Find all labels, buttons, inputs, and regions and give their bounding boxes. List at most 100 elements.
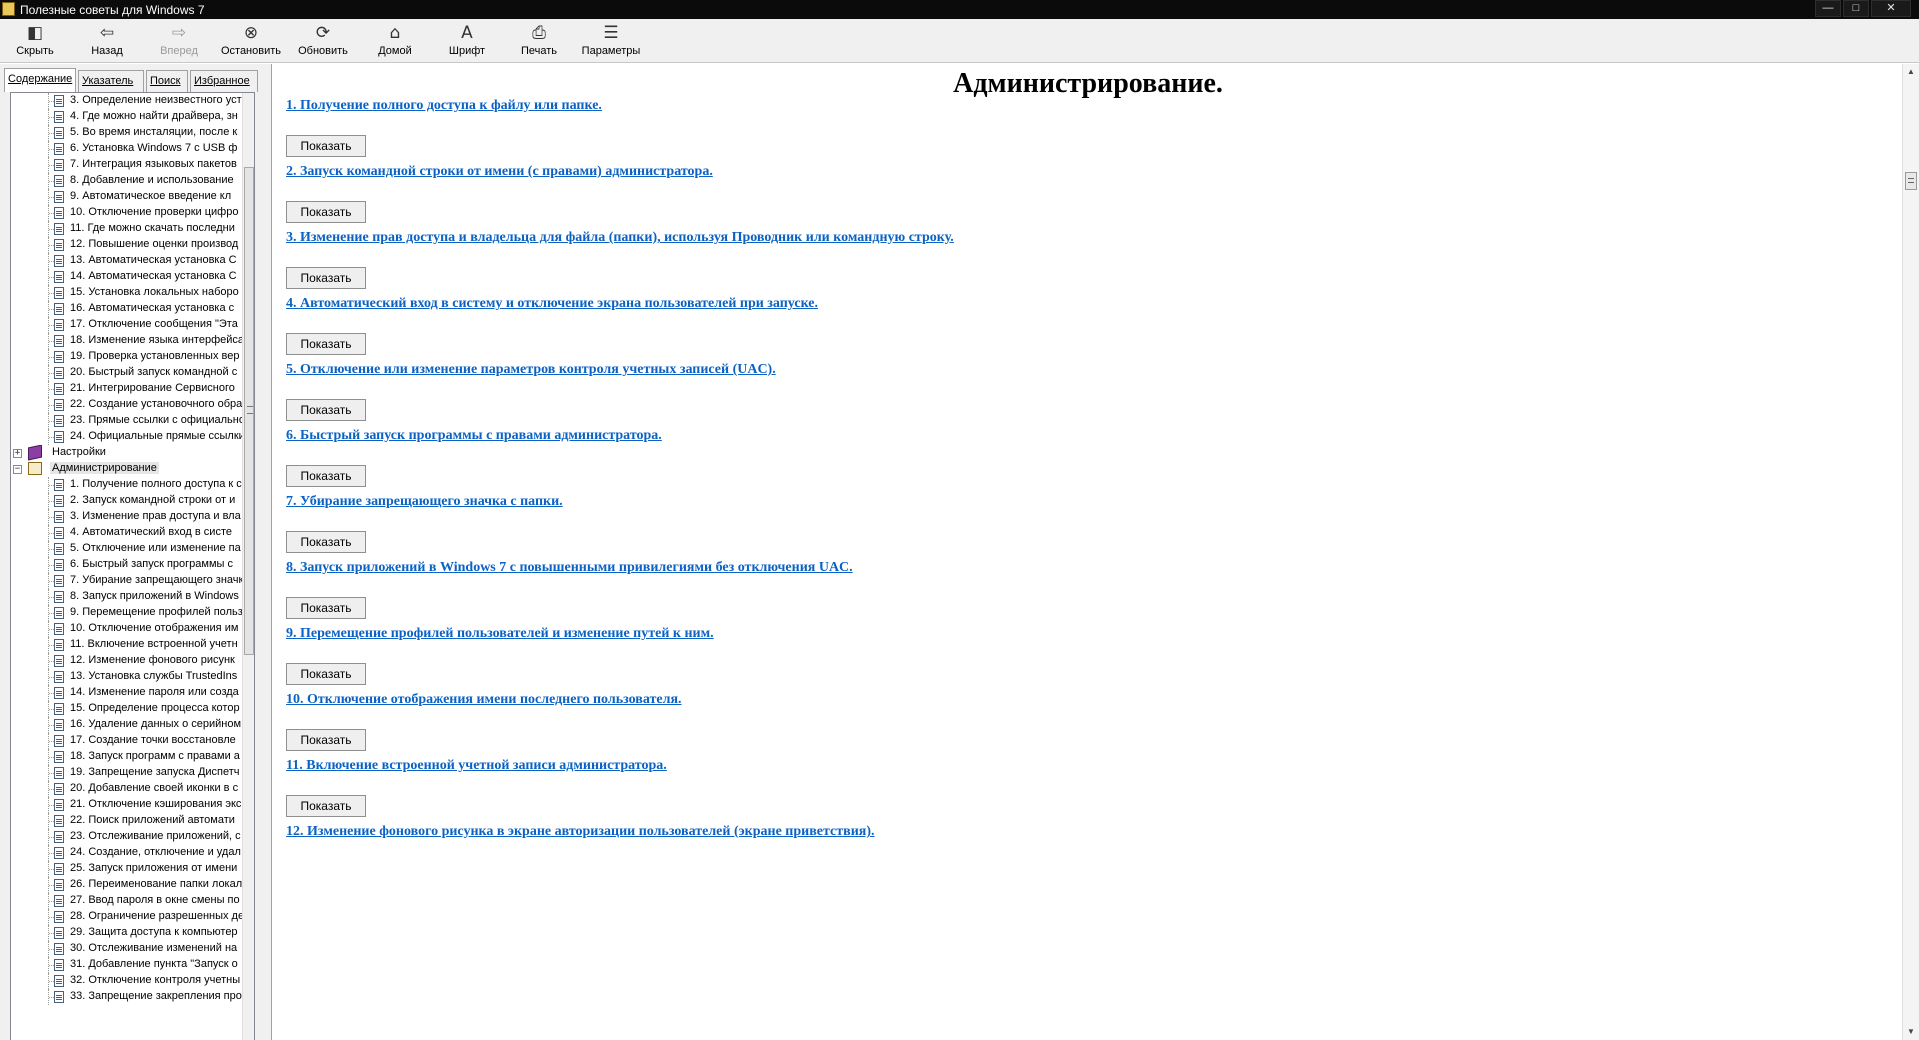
tree-item[interactable]: 14. Автоматическая установка С: [11, 269, 243, 285]
tree-item[interactable]: 14. Изменение пароля или созда: [11, 685, 243, 701]
back-button[interactable]: ⇦ Назад: [72, 21, 142, 61]
tree-item[interactable]: 5. Отключение или изменение па: [11, 541, 243, 557]
show-button[interactable]: Показать: [286, 267, 366, 289]
tab-index[interactable]: Указатель: [78, 70, 144, 92]
topic-link[interactable]: 7. Убирание запрещающего значка с папки.: [286, 494, 563, 510]
forward-button[interactable]: ⇨ Вперед: [144, 21, 214, 61]
tree-item[interactable]: 26. Переименование папки локал: [11, 877, 243, 893]
tab-favorites[interactable]: Избранное: [190, 70, 258, 92]
show-button[interactable]: Показать: [286, 399, 366, 421]
tree-item[interactable]: 8. Добавление и использование: [11, 173, 243, 189]
topic-link[interactable]: 9. Перемещение профилей пользователей и …: [286, 626, 714, 642]
tree-item[interactable]: 19. Проверка установленных вер: [11, 349, 243, 365]
minimize-button[interactable]: —: [1815, 0, 1841, 17]
tree-item[interactable]: 21. Отключение кэширования экс: [11, 797, 243, 813]
tree-item[interactable]: 21. Интегрирование Сервисного: [11, 381, 243, 397]
tree-item[interactable]: 12. Повышение оценки производ: [11, 237, 243, 253]
tree-item[interactable]: 9. Автоматическое введение кл: [11, 189, 243, 205]
options-button[interactable]: ☰ Параметры: [576, 21, 646, 61]
expand-icon[interactable]: +: [13, 449, 22, 458]
topic-link[interactable]: 6. Быстрый запуск программы с правами ад…: [286, 428, 662, 444]
topic-link[interactable]: 8. Запуск приложений в Windows 7 с повыш…: [286, 560, 853, 576]
tree-item[interactable]: 5. Во время инсталяции, после к: [11, 125, 243, 141]
topic-link[interactable]: 5. Отключение или изменение параметров к…: [286, 362, 776, 378]
tree-scroll-thumb[interactable]: [244, 167, 254, 655]
home-button[interactable]: ⌂ Домой: [360, 21, 430, 61]
topic-link[interactable]: 4. Автоматический вход в систему и отклю…: [286, 296, 818, 312]
tree-item[interactable]: 2. Запуск командной строки от и: [11, 493, 243, 509]
tree-item[interactable]: 10. Отключение проверки цифро: [11, 205, 243, 221]
tree-item[interactable]: 25. Запуск приложения от имени: [11, 861, 243, 877]
content-scroll-thumb[interactable]: [1905, 172, 1917, 190]
topic-link[interactable]: 11. Включение встроенной учетной записи …: [286, 758, 667, 774]
font-button[interactable]: A Шрифт: [432, 21, 502, 61]
scroll-up-arrow-icon[interactable]: ▲: [1903, 64, 1919, 80]
tree-item[interactable]: 9. Перемещение профилей польз: [11, 605, 243, 621]
tree-item[interactable]: 20. Быстрый запуск командной с: [11, 365, 243, 381]
tree-item[interactable]: 18. Изменение языка интерфейса: [11, 333, 243, 349]
tree-vertical-scrollbar[interactable]: [242, 93, 254, 1040]
tree-item[interactable]: 17. Отключение сообщения "Эта: [11, 317, 243, 333]
show-button[interactable]: Показать: [286, 465, 366, 487]
tree-item[interactable]: 6. Быстрый запуск программы с: [11, 557, 243, 573]
tree-item[interactable]: 22. Создание установочного обра: [11, 397, 243, 413]
show-button[interactable]: Показать: [286, 531, 366, 553]
tree-item[interactable]: 1. Получение полного доступа к с: [11, 477, 243, 493]
tree-item[interactable]: 12. Изменение фонового рисунк: [11, 653, 243, 669]
topic-link[interactable]: 10. Отключение отображения имени последн…: [286, 692, 682, 708]
content-vertical-scrollbar[interactable]: ▲ ▼: [1902, 64, 1919, 1040]
topic-link[interactable]: 3. Изменение прав доступа и владельца дл…: [286, 230, 954, 246]
tree-item[interactable]: 27. Ввод пароля в окне смены по: [11, 893, 243, 909]
tree-folder-settings[interactable]: + Настройки: [11, 445, 243, 461]
show-button[interactable]: Показать: [286, 795, 366, 817]
tree-item[interactable]: 31. Добавление пункта "Запуск о: [11, 957, 243, 973]
show-button[interactable]: Показать: [286, 663, 366, 685]
tree-item[interactable]: 7. Интеграция языковых пакетов: [11, 157, 243, 173]
tree-item[interactable]: 30. Отслеживание изменений на: [11, 941, 243, 957]
tree-item[interactable]: 18. Запуск программ с правами а: [11, 749, 243, 765]
tree-item[interactable]: 8. Запуск приложений в Windows: [11, 589, 243, 605]
tree-item[interactable]: 29. Защита доступа к компьютер: [11, 925, 243, 941]
tree-item[interactable]: 23. Прямые ссылки с официально: [11, 413, 243, 429]
tree-item[interactable]: 28. Ограничение разрешенных де: [11, 909, 243, 925]
show-button[interactable]: Показать: [286, 729, 366, 751]
tree-item[interactable]: 33. Запрещение закрепления про: [11, 989, 243, 1005]
tree-item[interactable]: 19. Запрещение запуска Диспетч: [11, 765, 243, 781]
tree-item[interactable]: 16. Автоматическая установка с: [11, 301, 243, 317]
hide-button[interactable]: ◧ Скрыть: [0, 21, 70, 61]
tree-item[interactable]: 17. Создание точки восстановле: [11, 733, 243, 749]
tree-item[interactable]: 13. Автоматическая установка С: [11, 253, 243, 269]
tree-item[interactable]: 13. Установка службы TrustedIns: [11, 669, 243, 685]
tree-item[interactable]: 15. Определение процесса котор: [11, 701, 243, 717]
tree-item[interactable]: 32. Отключение контроля учетны: [11, 973, 243, 989]
tab-search[interactable]: Поиск: [146, 70, 188, 92]
tree-item[interactable]: 3. Изменение прав доступа и вла: [11, 509, 243, 525]
tree-item[interactable]: 7. Убирание запрещающего значк: [11, 573, 243, 589]
scroll-down-arrow-icon[interactable]: ▼: [1903, 1024, 1919, 1040]
tree-item[interactable]: 22. Поиск приложений автомати: [11, 813, 243, 829]
refresh-button[interactable]: ⟳ Обновить: [288, 21, 358, 61]
tree-item[interactable]: 15. Установка локальных наборо: [11, 285, 243, 301]
topic-link[interactable]: 12. Изменение фонового рисунка в экране …: [286, 824, 875, 840]
pane-splitter[interactable]: [265, 64, 272, 1040]
show-button[interactable]: Показать: [286, 201, 366, 223]
tree-item[interactable]: 23. Отслеживание приложений, с: [11, 829, 243, 845]
maximize-button[interactable]: □: [1843, 0, 1869, 17]
topic-link[interactable]: 2. Запуск командной строки от имени (с п…: [286, 164, 713, 180]
tree-item[interactable]: 4. Где можно найти драйвера, зн: [11, 109, 243, 125]
tree-item[interactable]: 20. Добавление своей иконки в с: [11, 781, 243, 797]
tree-item[interactable]: 6. Установка Windows 7 с USB ф: [11, 141, 243, 157]
tree-item[interactable]: 24. Создание, отключение и удал: [11, 845, 243, 861]
topic-link[interactable]: 1. Получение полного доступа к файлу или…: [286, 98, 602, 114]
tree-item[interactable]: 16. Удаление данных о серийном: [11, 717, 243, 733]
tree-item[interactable]: 11. Включение встроенной учетн: [11, 637, 243, 653]
stop-button[interactable]: ⊗ Остановить: [216, 21, 286, 61]
tab-contents[interactable]: Содержание: [4, 68, 76, 92]
tree-item[interactable]: 11. Где можно скачать последни: [11, 221, 243, 237]
tree-item[interactable]: 4. Автоматический вход в систе: [11, 525, 243, 541]
print-button[interactable]: ⎙ Печать: [504, 21, 574, 61]
close-button[interactable]: ✕: [1871, 0, 1911, 17]
show-button[interactable]: Показать: [286, 597, 366, 619]
tree-item[interactable]: 3. Определение неизвестного уст: [11, 93, 243, 109]
tree-folder-admin[interactable]: − Администрирование: [11, 461, 243, 477]
